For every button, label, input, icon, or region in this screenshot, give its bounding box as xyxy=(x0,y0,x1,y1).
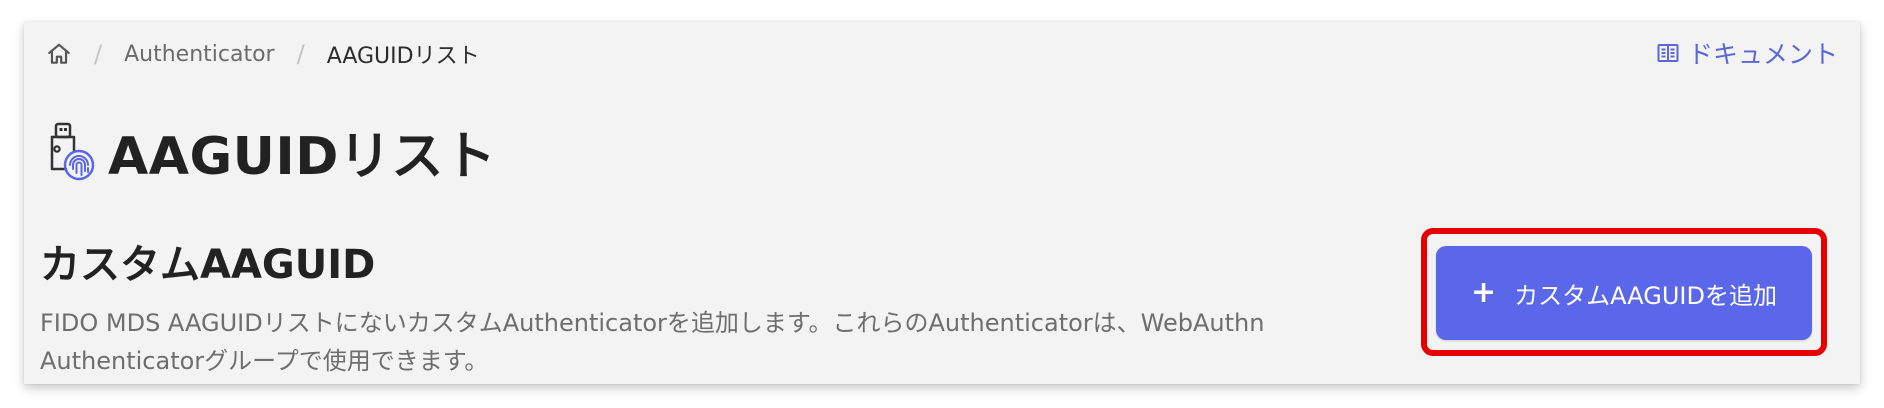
home-icon[interactable] xyxy=(46,41,72,67)
documentation-link[interactable]: ドキュメント xyxy=(1656,36,1838,70)
breadcrumb-item-authenticator[interactable]: Authenticator xyxy=(124,42,275,67)
section-description-line: Authenticatorグループで使用できます。 xyxy=(40,347,489,375)
section-title: カスタムAAGUID xyxy=(40,242,376,288)
breadcrumb-item-current: AAGUIDリスト xyxy=(326,44,480,69)
breadcrumb: / Authenticator / AAGUIDリスト xyxy=(46,38,480,70)
section-description: FIDO MDS AAGUIDリストにないカスタムAuthenticatorを追… xyxy=(40,304,1400,380)
page-title: AAGUIDリスト xyxy=(108,127,497,187)
plus-icon: + xyxy=(1471,275,1497,310)
section-description-line: FIDO MDS AAGUIDリストにないカスタムAuthenticatorを追… xyxy=(40,309,1265,337)
add-custom-aaguid-label: カスタムAAGUIDを追加 xyxy=(1514,281,1777,310)
breadcrumb-separator: / xyxy=(296,40,305,68)
add-custom-aaguid-button[interactable]: + カスタムAAGUIDを追加 xyxy=(1436,246,1812,340)
page-header: AAGUIDリスト xyxy=(42,114,496,189)
documentation-link-label: ドキュメント xyxy=(1687,40,1838,69)
breadcrumb-separator: / xyxy=(94,40,103,68)
book-icon xyxy=(1656,41,1680,65)
security-key-fingerprint-icon xyxy=(42,121,98,183)
